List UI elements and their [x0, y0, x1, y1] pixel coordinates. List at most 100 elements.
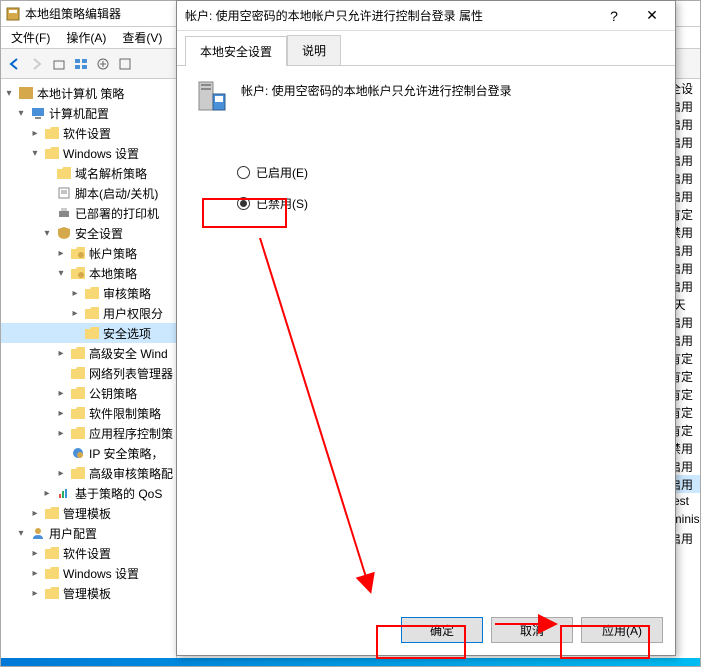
chevron-down-icon[interactable]: ▾ — [41, 227, 53, 239]
radio-group: 已启用(E) 已禁用(S) — [237, 164, 659, 212]
tree-nameres[interactable]: 域名解析策略 — [1, 163, 176, 183]
tree-admin-templates2[interactable]: ▸管理模板 — [1, 583, 176, 603]
chevron-right-icon[interactable]: ▸ — [55, 407, 67, 419]
tree-root[interactable]: ▾本地计算机 策略 — [1, 83, 176, 103]
folder-icon — [70, 365, 86, 381]
ok-button[interactable]: 确定 — [401, 617, 483, 643]
close-button[interactable]: ✕ — [637, 4, 667, 28]
radio-enabled-label: 已启用(E) — [256, 164, 308, 181]
radio-enabled[interactable]: 已启用(E) — [237, 164, 659, 181]
script-icon — [56, 185, 72, 201]
chevron-down-icon[interactable]: ▾ — [29, 147, 41, 159]
cancel-button[interactable]: 取消 — [491, 617, 573, 643]
folder-icon — [70, 465, 86, 481]
tab-explain[interactable]: 说明 — [287, 35, 341, 65]
menu-file[interactable]: 文件(F) — [5, 27, 56, 48]
chevron-right-icon[interactable]: ▸ — [55, 387, 67, 399]
chevron-down-icon[interactable]: ▾ — [55, 267, 67, 279]
apply-button[interactable]: 应用(A) — [581, 617, 663, 643]
chevron-down-icon[interactable]: ▾ — [15, 527, 27, 539]
chevron-right-icon[interactable]: ▸ — [29, 567, 41, 579]
tab-security[interactable]: 本地安全设置 — [185, 36, 287, 66]
folder-icon — [44, 505, 60, 521]
chevron-down-icon[interactable]: ▾ — [3, 87, 15, 99]
globe-icon — [70, 445, 86, 461]
tree-security-options[interactable]: 安全选项 — [1, 323, 176, 343]
chevron-right-icon[interactable]: ▸ — [41, 487, 53, 499]
tree-admin-templates1[interactable]: ▸管理模板 — [1, 503, 176, 523]
tree-windows1[interactable]: ▾Windows 设置 — [1, 143, 176, 163]
chevron-right-icon[interactable]: ▸ — [69, 287, 81, 299]
export-icon[interactable] — [93, 54, 113, 74]
tree-public-key[interactable]: ▸公钥策略 — [1, 383, 176, 403]
chevron-down-icon[interactable]: ▾ — [15, 107, 27, 119]
policy-name: 帐户: 使用空密码的本地帐户只允许进行控制台登录 — [241, 78, 512, 99]
radio-disabled[interactable]: 已禁用(S) — [237, 195, 659, 212]
folder-lock-icon — [84, 305, 100, 321]
tree-printers[interactable]: 已部署的打印机 — [1, 203, 176, 223]
radio-icon — [237, 166, 250, 179]
tree-network-list[interactable]: 网络列表管理器 — [1, 363, 176, 383]
help-button[interactable]: ? — [599, 4, 629, 28]
server-icon — [193, 78, 229, 114]
folder-icon — [70, 425, 86, 441]
tree-software-restrict[interactable]: ▸软件限制策略 — [1, 403, 176, 423]
computer-icon — [30, 105, 46, 121]
chevron-right-icon[interactable]: ▸ — [29, 507, 41, 519]
dialog-title: 帐户: 使用空密码的本地帐户只允许进行控制台登录 属性 — [185, 7, 599, 24]
properties-dialog: 帐户: 使用空密码的本地帐户只允许进行控制台登录 属性 ? ✕ 本地安全设置 说… — [176, 0, 676, 656]
folder-icon — [44, 545, 60, 561]
tree-account-policy[interactable]: ▸帐户策略 — [1, 243, 176, 263]
tree-software1[interactable]: ▸软件设置 — [1, 123, 176, 143]
folder-lock-icon — [70, 265, 86, 281]
forward-icon[interactable] — [27, 54, 47, 74]
tree-panel[interactable]: ▾本地计算机 策略 ▾计算机配置 ▸软件设置 ▾Windows 设置 域名解析策… — [1, 79, 177, 666]
tree-qos[interactable]: ▸基于策略的 QoS — [1, 483, 176, 503]
tree-windows2[interactable]: ▸Windows 设置 — [1, 563, 176, 583]
tree-app-control[interactable]: ▸应用程序控制策 — [1, 423, 176, 443]
folder-lock-icon — [84, 285, 100, 301]
folder-icon — [70, 385, 86, 401]
chevron-right-icon[interactable]: ▸ — [55, 467, 67, 479]
tree-software2[interactable]: ▸软件设置 — [1, 543, 176, 563]
user-icon — [30, 525, 46, 541]
tree-audit[interactable]: ▸审核策略 — [1, 283, 176, 303]
shield-icon — [56, 225, 72, 241]
window-title: 本地组策略编辑器 — [25, 5, 121, 22]
folder-lock-icon — [84, 325, 100, 341]
radio-disabled-label: 已禁用(S) — [256, 195, 308, 212]
chevron-right-icon[interactable]: ▸ — [55, 427, 67, 439]
tree-user-rights[interactable]: ▸用户权限分 — [1, 303, 176, 323]
tree-firewall[interactable]: ▸高级安全 Wind — [1, 343, 176, 363]
folder-icon — [56, 165, 72, 181]
folder-icon — [70, 405, 86, 421]
chevron-right-icon[interactable]: ▸ — [69, 307, 81, 319]
tab-strip: 本地安全设置 说明 — [177, 31, 675, 66]
list-icon[interactable] — [71, 54, 91, 74]
menu-action[interactable]: 操作(A) — [60, 27, 112, 48]
help-icon[interactable] — [115, 54, 135, 74]
tree-user-config[interactable]: ▾用户配置 — [1, 523, 176, 543]
up-icon[interactable] — [49, 54, 69, 74]
printer-icon — [56, 205, 72, 221]
tree-ipsec[interactable]: IP 安全策略， — [1, 443, 176, 463]
tree-advanced-audit[interactable]: ▸高级审核策略配 — [1, 463, 176, 483]
chevron-right-icon[interactable]: ▸ — [55, 247, 67, 259]
policy-icon — [18, 85, 34, 101]
radio-icon — [237, 197, 250, 210]
chevron-right-icon[interactable]: ▸ — [29, 587, 41, 599]
folder-icon — [44, 585, 60, 601]
tree-scripts[interactable]: 脚本(启动/关机) — [1, 183, 176, 203]
back-icon[interactable] — [5, 54, 25, 74]
menu-view[interactable]: 查看(V) — [116, 27, 168, 48]
tree-security[interactable]: ▾安全设置 — [1, 223, 176, 243]
dialog-titlebar[interactable]: 帐户: 使用空密码的本地帐户只允许进行控制台登录 属性 ? ✕ — [177, 1, 675, 31]
app-icon — [5, 6, 21, 22]
folder-icon — [44, 565, 60, 581]
tree-local-policy[interactable]: ▾本地策略 — [1, 263, 176, 283]
chevron-right-icon[interactable]: ▸ — [29, 547, 41, 559]
chart-icon — [56, 485, 72, 501]
tree-computer-config[interactable]: ▾计算机配置 — [1, 103, 176, 123]
chevron-right-icon[interactable]: ▸ — [29, 127, 41, 139]
chevron-right-icon[interactable]: ▸ — [55, 347, 67, 359]
